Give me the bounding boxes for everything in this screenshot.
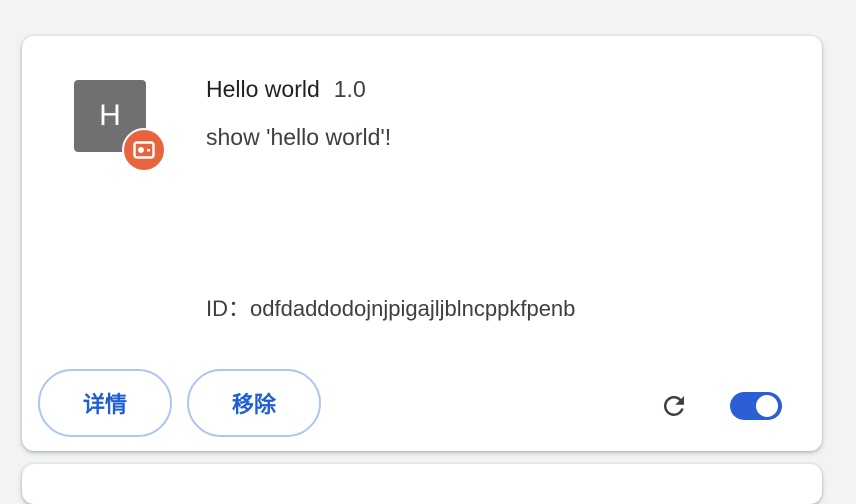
enable-toggle[interactable] (730, 392, 782, 420)
extension-version: 1.0 (333, 76, 366, 102)
unpacked-source-icon (122, 128, 166, 172)
extension-name: Hello world (206, 76, 320, 102)
reload-button[interactable] (654, 386, 694, 426)
extension-description: show 'hello world'! (206, 124, 392, 150)
extension-title-row: Hello world 1.0 (206, 76, 366, 103)
extension-id-value: odfdaddodojnjpigajljblncppkfpenb (250, 296, 576, 321)
next-extension-card (22, 464, 822, 504)
details-button[interactable]: 详情 (38, 369, 172, 437)
toggle-knob (756, 395, 778, 417)
reload-icon (663, 395, 684, 416)
extension-id: ID：odfdaddodojnjpigajljblncppkfpenb (206, 291, 575, 323)
remove-button[interactable]: 移除 (187, 369, 321, 437)
extension-id-label: ID： (206, 296, 251, 321)
extension-icon-letter: H (99, 99, 121, 132)
extension-card: H Hello world 1.0 show 'hello world'! ID：… (22, 36, 822, 451)
